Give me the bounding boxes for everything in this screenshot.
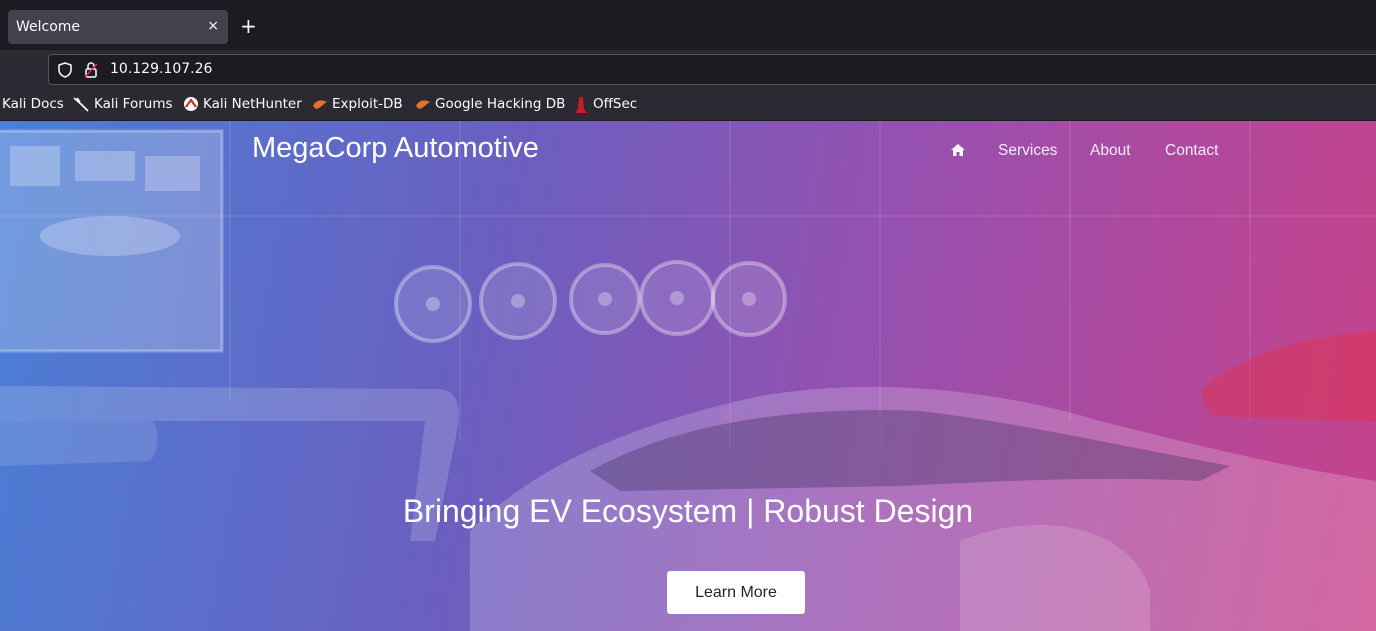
- tab-welcome[interactable]: Welcome ×: [8, 10, 228, 44]
- bookmark-offsec[interactable]: OffSec: [593, 96, 637, 112]
- bookmark-kali-docs[interactable]: Kali Docs: [2, 96, 64, 112]
- insecure-lock-icon[interactable]: [84, 61, 98, 79]
- bookmark-google-hacking-db[interactable]: Google Hacking DB: [435, 96, 565, 112]
- bookmark-kali-forums[interactable]: Kali Forums: [94, 96, 173, 112]
- nav-link-about[interactable]: About: [1090, 142, 1131, 160]
- nav-link-contact[interactable]: Contact: [1165, 142, 1218, 160]
- url-text[interactable]: 10.129.107.26: [110, 61, 212, 77]
- shield-icon[interactable]: [57, 62, 73, 78]
- bookmark-exploit-db[interactable]: Exploit-DB: [332, 96, 403, 112]
- bookmark-kali-nethunter[interactable]: Kali NetHunter: [203, 96, 302, 112]
- new-tab-button[interactable]: +: [240, 15, 257, 37]
- home-icon[interactable]: [950, 143, 966, 157]
- exploit-db-icon: [313, 100, 327, 109]
- nav-link-services[interactable]: Services: [998, 142, 1057, 160]
- offsec-icon: [575, 97, 587, 113]
- tab-title: Welcome: [16, 19, 81, 35]
- tab-bar: Welcome × +: [0, 0, 1376, 50]
- close-tab-icon[interactable]: ×: [207, 18, 219, 34]
- learn-more-button[interactable]: Learn More: [667, 571, 805, 614]
- kali-dragon-icon: [73, 97, 89, 112]
- nethunter-icon: [184, 97, 198, 111]
- address-bar[interactable]: 10.129.107.26: [48, 54, 1376, 85]
- hero-background-image: [0, 121, 1376, 631]
- hero-tagline: Bringing EV Ecosystem | Robust Design: [402, 493, 974, 529]
- hero-section: MegaCorp Automotive Services About Conta…: [0, 121, 1376, 631]
- site-brand[interactable]: MegaCorp Automotive: [252, 132, 539, 165]
- nav-toolbar: 10.129.107.26: [0, 50, 1376, 90]
- ghdb-icon: [416, 100, 430, 109]
- bookmarks-toolbar: Kali Docs Kali Forums Kali NetHunter Exp…: [0, 90, 1376, 120]
